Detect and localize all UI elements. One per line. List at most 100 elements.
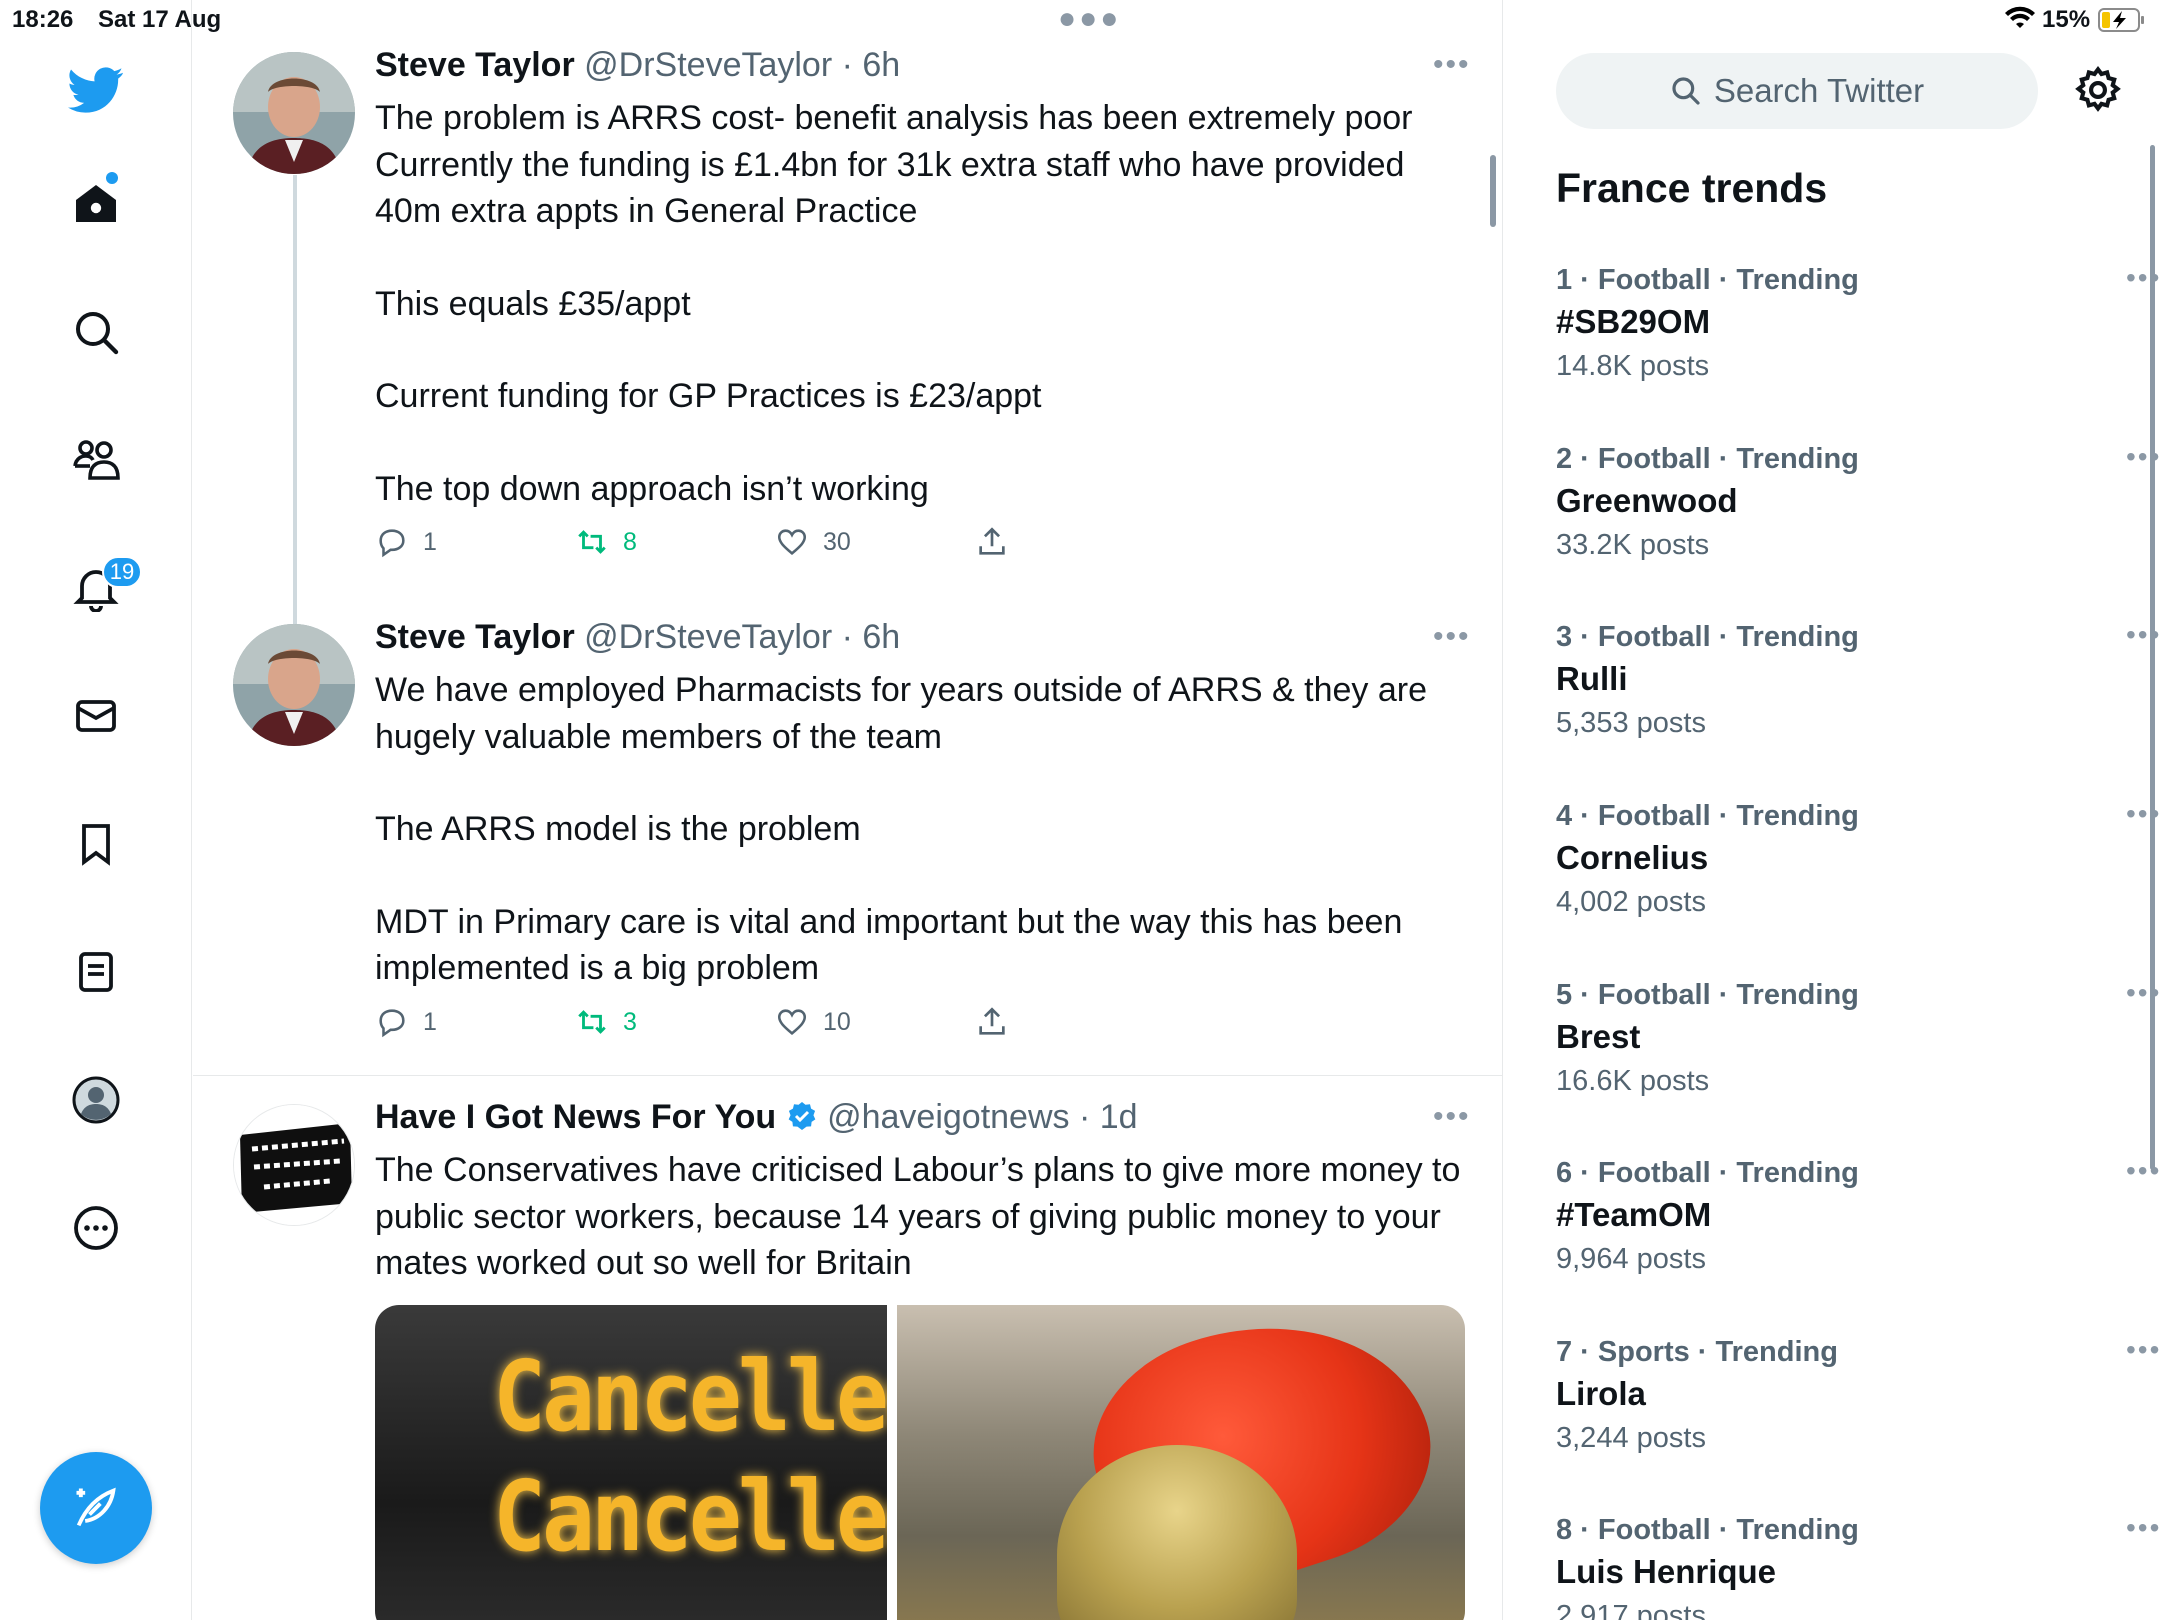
board-text: Cancelled xyxy=(493,1459,887,1574)
tweet-more-icon[interactable]: ••• xyxy=(1433,1100,1471,1134)
notifications-count-badge: 19 xyxy=(102,556,142,588)
trend-count: 14.8K posts xyxy=(1556,350,1710,382)
reply-button[interactable]: 1 xyxy=(375,1005,437,1039)
tweet-time[interactable]: · 1d xyxy=(1079,1098,1138,1136)
bookmarks-icon[interactable] xyxy=(64,812,128,876)
tweet-author-handle[interactable]: @DrSteveTaylor xyxy=(584,46,832,84)
trend-name: Luis Henrique xyxy=(1556,1553,1777,1590)
cancelled-board-image[interactable]: Cancelled Cancelled xyxy=(375,1305,887,1620)
verified-badge-icon xyxy=(788,1102,815,1130)
heart-icon xyxy=(777,1009,807,1035)
trend-name: Cornelius xyxy=(1556,839,1709,876)
reply-count: 1 xyxy=(423,527,437,556)
trend-name: #TeamOM xyxy=(1556,1196,1712,1233)
more-options-icon[interactable] xyxy=(64,1196,128,1260)
tweet-author-name[interactable]: Steve Taylor xyxy=(375,46,575,84)
search-icon[interactable] xyxy=(64,300,128,364)
trend-meta: 1 · Football · Trending xyxy=(1556,264,1859,296)
trend-meta: 2 · Football · Trending xyxy=(1556,443,1859,475)
timeline: Steve Taylor @DrSteveTaylor · 6h ••• The… xyxy=(193,0,1503,1620)
home-icon[interactable] xyxy=(64,172,128,236)
retweet-icon xyxy=(578,1010,606,1034)
tweet-time[interactable]: · 6h xyxy=(842,46,901,84)
messages-icon[interactable] xyxy=(64,684,128,748)
trend-count: 5,353 posts xyxy=(1556,707,1706,739)
trend-name: Brest xyxy=(1556,1018,1641,1055)
avatar[interactable] xyxy=(233,624,355,746)
trend-item[interactable]: 3 · Football · Trending Rulli 5,353 post… xyxy=(1556,619,2159,743)
trend-name: Lirola xyxy=(1556,1375,1646,1412)
thread-connector xyxy=(293,175,297,625)
settings-gear-icon[interactable] xyxy=(2072,64,2124,116)
tweet-paragraph: This equals £35/appt xyxy=(375,284,691,323)
reply-count: 1 xyxy=(423,1007,437,1036)
trend-name: Rulli xyxy=(1556,660,1628,697)
tweet-author-handle[interactable]: @DrSteveTaylor xyxy=(584,618,832,656)
tweet-text: We have employed Pharmacists for years o… xyxy=(375,667,1465,992)
retweet-button[interactable]: 3 xyxy=(575,1005,637,1039)
trend-count: 16.6K posts xyxy=(1556,1065,1710,1097)
trend-count: 4,002 posts xyxy=(1556,886,1706,918)
trend-item[interactable]: 6 · Football · Trending #TeamOM 9,964 po… xyxy=(1556,1155,2159,1279)
tweet-more-icon[interactable]: ••• xyxy=(1433,620,1471,654)
sewage-pipe-image[interactable] xyxy=(897,1305,1465,1620)
compose-tweet-button[interactable] xyxy=(40,1452,152,1564)
trends-title: France trends xyxy=(1556,165,1828,211)
trend-item[interactable]: 2 · Football · Trending Greenwood 33.2K … xyxy=(1556,441,2159,565)
tweet-media[interactable]: Cancelled Cancelled xyxy=(375,1305,1465,1620)
tweet-author-name[interactable]: Steve Taylor xyxy=(375,618,575,656)
sidebar-scrollbar[interactable] xyxy=(2150,145,2155,1170)
retweet-icon xyxy=(578,530,606,554)
tweet-author-name[interactable]: Have I Got News For You xyxy=(375,1098,776,1136)
tweet-paragraph: Current funding for GP Practices is £23/… xyxy=(375,377,1042,415)
trend-count: 2,917 posts xyxy=(1556,1600,1706,1620)
communities-icon[interactable] xyxy=(64,428,128,492)
tweet-text: The Conservatives have criticised Labour… xyxy=(375,1147,1465,1287)
reply-icon xyxy=(379,529,405,558)
trend-item[interactable]: 7 · Sports · Trending Lirola 3,244 posts… xyxy=(1556,1334,2159,1458)
search-input[interactable]: Search Twitter xyxy=(1556,53,2038,129)
profile-avatar-icon[interactable] xyxy=(64,1068,128,1132)
reply-button[interactable]: 1 xyxy=(375,525,437,559)
avatar[interactable] xyxy=(233,52,355,174)
trend-meta: 6 · Football · Trending xyxy=(1556,1157,1859,1189)
trend-item[interactable]: 1 · Football · Trending #SB29OM 14.8K po… xyxy=(1556,262,2159,386)
trend-meta: 8 · Football · Trending xyxy=(1556,1514,1859,1546)
like-button[interactable]: 30 xyxy=(775,525,851,559)
tweet-time[interactable]: · 6h xyxy=(842,618,901,656)
board-text: Cancelled xyxy=(493,1339,887,1454)
trend-meta: 4 · Football · Trending xyxy=(1556,800,1859,832)
trend-count: 3,244 posts xyxy=(1556,1422,1706,1454)
trend-name: Greenwood xyxy=(1556,482,1738,519)
trend-more-icon[interactable]: ••• xyxy=(2126,1334,2160,1366)
left-navigation: 19 xyxy=(0,0,192,1620)
avatar[interactable] xyxy=(233,1104,355,1226)
lists-icon[interactable] xyxy=(64,940,128,1004)
tweet-paragraph: The problem is ARRS cost- benefit analys… xyxy=(375,99,1413,230)
like-count: 10 xyxy=(823,1007,851,1036)
reply-icon xyxy=(379,1009,405,1038)
trend-meta: 3 · Football · Trending xyxy=(1556,621,1859,653)
timeline-scrollbar[interactable] xyxy=(1490,155,1496,227)
share-icon xyxy=(979,1007,1005,1035)
trend-item[interactable]: 4 · Football · Trending Cornelius 4,002 … xyxy=(1556,798,2159,922)
trend-meta: 5 · Football · Trending xyxy=(1556,979,1859,1011)
retweet-button[interactable]: 8 xyxy=(575,525,637,559)
tweet-more-icon[interactable]: ••• xyxy=(1433,48,1471,82)
tweet-text: The problem is ARRS cost- benefit analys… xyxy=(375,95,1465,512)
trend-count: 33.2K posts xyxy=(1556,529,1710,561)
right-sidebar: Search Twitter France trends 1 · Footbal… xyxy=(1504,0,2160,1620)
tweet-author-handle[interactable]: @haveigotnews xyxy=(827,1098,1069,1136)
tweet-paragraph: We have employed Pharmacists for years o… xyxy=(375,671,1427,756)
trend-meta: 7 · Sports · Trending xyxy=(1556,1336,1838,1368)
trend-item[interactable]: 8 · Football · Trending Luis Henrique 2,… xyxy=(1556,1512,2159,1620)
trend-item[interactable]: 5 · Football · Trending Brest 16.6K post… xyxy=(1556,977,2159,1101)
trend-more-icon[interactable]: ••• xyxy=(2126,1512,2160,1544)
share-button[interactable] xyxy=(975,1005,1009,1039)
like-button[interactable]: 10 xyxy=(775,1005,851,1039)
compose-feather-icon xyxy=(76,1487,116,1527)
home-unread-dot xyxy=(106,172,118,184)
twitter-logo-icon[interactable] xyxy=(64,58,128,122)
share-button[interactable] xyxy=(975,525,1009,559)
retweet-count: 3 xyxy=(623,1007,637,1036)
